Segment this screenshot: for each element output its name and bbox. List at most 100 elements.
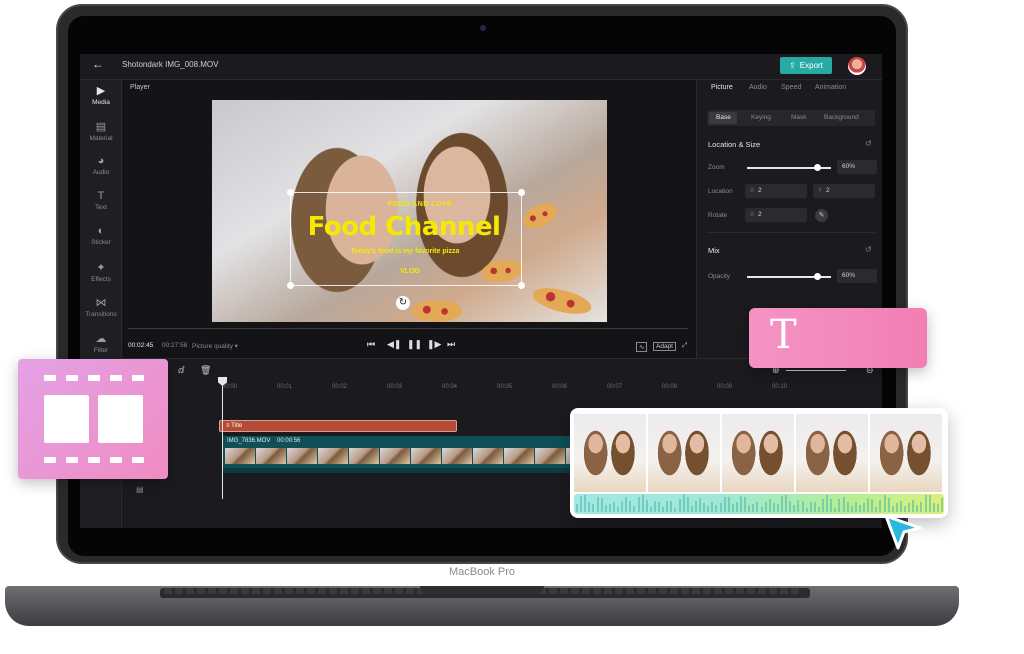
skip-start-icon[interactable]: ⏮: [367, 339, 375, 350]
resize-handle[interactable]: [518, 189, 525, 196]
tab-audio[interactable]: Audio: [749, 84, 767, 91]
adapt-button[interactable]: Adapt: [653, 342, 676, 351]
timeline-zoom-slider[interactable]: [786, 370, 846, 371]
zoom-field[interactable]: 60%: [837, 160, 877, 174]
waveform-bar: [936, 503, 939, 512]
preview-frame: [722, 414, 794, 492]
step-back-icon[interactable]: ◀❚: [387, 339, 401, 350]
sidebar-item-material[interactable]: ▤ Material: [80, 120, 122, 142]
split-icon[interactable]: ⅆ: [178, 365, 184, 376]
keyboard-key: [725, 588, 733, 594]
waveform-bar: [834, 507, 837, 512]
waveform-bar: [809, 501, 812, 512]
keyboard-key: [395, 588, 403, 594]
track-settings-icon[interactable]: ▤: [136, 485, 144, 494]
waveform-bar: [649, 507, 652, 512]
waveform-bar: [653, 501, 656, 512]
waveform-bar: [666, 501, 669, 512]
waveform-bar: [674, 507, 677, 512]
sidebar-item-text[interactable]: T Text: [80, 190, 122, 211]
rotate-icon[interactable]: ↻: [396, 296, 410, 310]
opacity-field[interactable]: 60%: [837, 269, 877, 283]
waveform-bar: [735, 501, 738, 512]
rotate-field[interactable]: X 2: [745, 208, 807, 222]
clip-thumbnail: [380, 448, 410, 464]
waveform-bar: [584, 495, 587, 512]
keyboard-key: [164, 588, 172, 594]
waveform-bar: [928, 495, 931, 512]
waveform-bar: [817, 507, 820, 512]
sidebar-item-sticker[interactable]: ◐ Sticker: [80, 225, 122, 246]
reset-icon[interactable]: ↺: [865, 139, 872, 148]
clip-thumbnail: [411, 448, 441, 464]
ruler-tick-label: 00:04: [442, 384, 458, 390]
arrow-left-icon[interactable]: ←: [92, 57, 104, 71]
waveform-bar: [670, 500, 673, 512]
pause-icon[interactable]: ❚❚: [407, 339, 422, 350]
player-scrub-track[interactable]: [128, 328, 688, 329]
preview-frame: [870, 414, 942, 492]
resize-handle[interactable]: [518, 282, 525, 289]
rotate-label: Rotate: [708, 212, 728, 219]
keyboard-key: [219, 588, 227, 594]
waveform-bar: [863, 503, 865, 512]
waveform-bar: [801, 501, 804, 512]
title-clip[interactable]: ≡ Title: [219, 420, 457, 432]
delete-icon[interactable]: 🗑: [200, 365, 211, 376]
waveform-toggle-icon[interactable]: ∿: [636, 342, 648, 352]
clip-preview-card: [570, 408, 948, 518]
laptop-notch: [420, 586, 544, 594]
ruler-tick-label: 00:08: [662, 384, 678, 390]
keyboard-key: [406, 588, 414, 594]
keyboard-key: [296, 588, 304, 594]
waveform-bar: [686, 497, 689, 512]
tab-picture[interactable]: Picture: [711, 84, 733, 91]
skip-end-icon[interactable]: ⏭: [447, 339, 455, 350]
keyboard-key: [549, 588, 557, 594]
keyboard-key: [373, 588, 381, 594]
keyboard-key: [571, 588, 579, 594]
subtab-base[interactable]: Base: [716, 114, 731, 121]
waveform-bar: [772, 502, 775, 512]
waveform-bar: [694, 500, 697, 512]
keyboard-key: [780, 588, 788, 594]
resize-handle[interactable]: [287, 282, 294, 289]
sidebar-item-transitions[interactable]: ⋈ Transitions: [80, 296, 122, 318]
opacity-slider-knob[interactable]: [814, 273, 822, 280]
playhead[interactable]: [222, 377, 223, 499]
clip-thumbnail: [256, 448, 286, 464]
sidebar-item-effects[interactable]: ✦ Effects: [80, 261, 122, 283]
ruler-tick-label: 00:02: [332, 384, 348, 390]
preview-frame: [648, 414, 720, 492]
subtab-keying[interactable]: Keying: [751, 114, 771, 121]
resize-handle[interactable]: [287, 189, 294, 196]
tab-speed[interactable]: Speed: [781, 84, 801, 91]
sidebar-item-filter[interactable]: ☁ Filter: [80, 332, 122, 354]
clip-thumbnail: [225, 448, 255, 464]
sidebar-item-media[interactable]: ▶ Media: [80, 84, 122, 106]
keyboard-key: [582, 588, 590, 594]
waveform-bar: [871, 498, 874, 512]
keyboard-key: [593, 588, 601, 594]
location-y-field[interactable]: Y 2: [813, 184, 875, 198]
rotate-dial-icon[interactable]: ✎: [815, 209, 828, 222]
reset-icon[interactable]: ↺: [865, 245, 872, 254]
waveform-bar: [727, 496, 730, 512]
sidebar-item-audio[interactable]: ◕ Audio: [80, 155, 122, 176]
export-button[interactable]: ⇪ Export: [780, 57, 832, 74]
subtab-mask[interactable]: Mask: [791, 114, 807, 121]
film-sprocket-hole: [88, 375, 100, 381]
tab-animation[interactable]: Animation: [815, 84, 846, 91]
keyboard-key: [769, 588, 777, 594]
subtab-background[interactable]: Background: [824, 114, 859, 121]
avatar[interactable]: [848, 57, 866, 75]
location-x-field[interactable]: X 2: [745, 184, 807, 198]
film-sprocket-hole: [132, 457, 144, 463]
zoom-slider-knob[interactable]: [814, 164, 822, 171]
picture-quality-select[interactable]: Picture quality ▾: [192, 342, 238, 350]
fullscreen-icon[interactable]: ⤢: [682, 342, 687, 350]
waveform-bar: [723, 496, 726, 512]
keyboard-key: [318, 588, 326, 594]
waveform-bar: [731, 504, 734, 512]
step-forward-icon[interactable]: ❚▶: [427, 339, 441, 350]
